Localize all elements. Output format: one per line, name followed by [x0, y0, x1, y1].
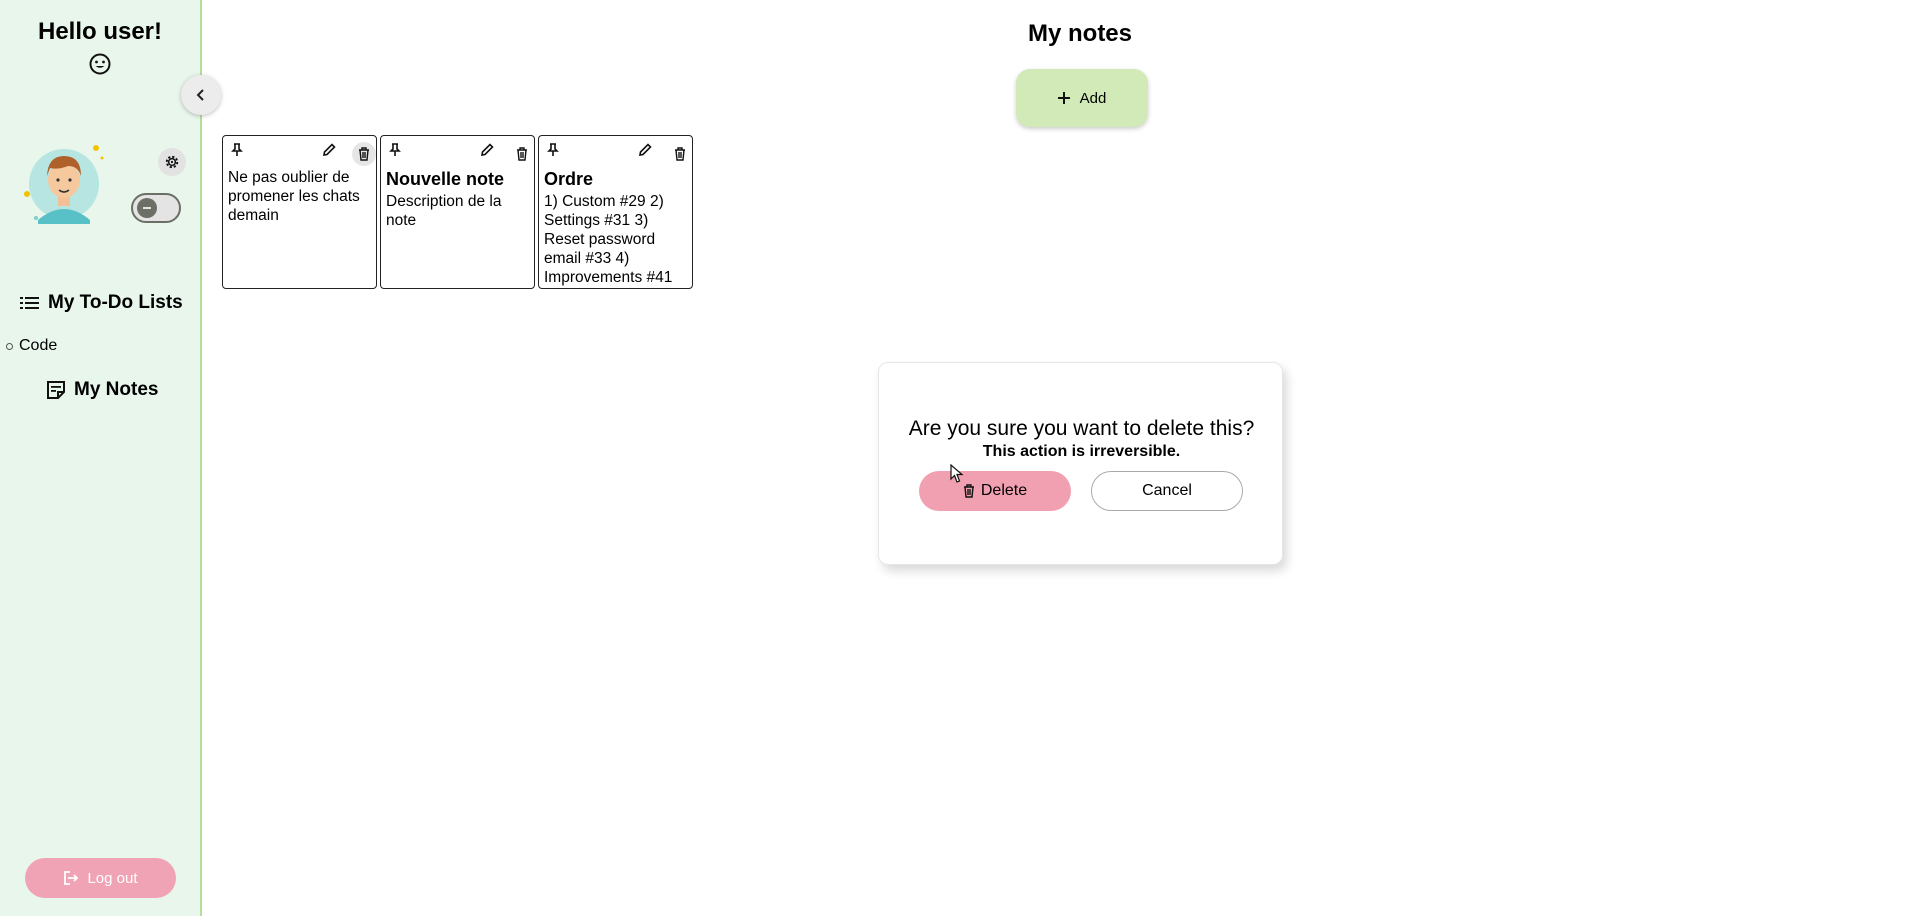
sidebar-subitem-label: Code [19, 337, 58, 354]
sidebar-item-label: My To-Do Lists [48, 292, 183, 313]
note-body: Description de la note [386, 193, 502, 229]
sidebar: Hello user! My To-Do Lists Code My Notes… [0, 0, 202, 916]
delete-label: Delete [980, 482, 1028, 499]
pencil-icon[interactable] [638, 143, 652, 157]
sidebar-item-todo-lists[interactable]: My To-Do Lists [20, 292, 183, 314]
list-icon [20, 297, 39, 309]
pin-icon[interactable] [389, 143, 401, 157]
page-title: My notes [1027, 20, 1132, 47]
sidebar-subitem-code[interactable]: Code [6, 337, 57, 355]
delete-confirm-dialog: Are you sure you want to delete this? Th… [878, 362, 1283, 565]
confirm-delete-button[interactable]: Delete [919, 471, 1071, 511]
dialog-question: Are you sure you want to delete this? [908, 417, 1255, 440]
plus-icon [1057, 92, 1070, 104]
gear-icon[interactable] [158, 148, 186, 176]
mouse-cursor-icon [950, 464, 964, 483]
smiley-icon [89, 53, 111, 75]
cancel-label: Cancel [1142, 482, 1192, 499]
collapse-sidebar-button[interactable] [181, 75, 221, 115]
chevron-left-icon [196, 89, 204, 101]
note-card[interactable]: Ne pas oublier de promener les chats dem… [222, 135, 377, 289]
note-title: Nouvelle note [386, 169, 505, 189]
sidebar-item-label: My Notes [74, 379, 159, 400]
trash-icon [359, 147, 369, 161]
delete-note-button[interactable] [668, 142, 692, 166]
delete-note-button[interactable] [352, 142, 376, 166]
note-title: Ordre [544, 169, 594, 189]
toggle-knob [137, 198, 157, 218]
logout-icon [64, 871, 79, 885]
note-card[interactable]: Ordre 1) Custom #29 2) Settings #31 3) R… [538, 135, 693, 289]
cancel-button[interactable]: Cancel [1091, 471, 1243, 511]
theme-toggle[interactable] [131, 193, 181, 223]
note-body: 1) Custom #29 2) Settings #31 3) Reset p… [544, 193, 673, 286]
add-note-button[interactable]: Add [1016, 69, 1148, 127]
trash-icon [963, 484, 974, 498]
avatar [24, 140, 108, 230]
note-card[interactable]: Nouvelle note Description de la note [380, 135, 535, 289]
dialog-warning: This action is irreversible. [982, 443, 1181, 460]
trash-icon [517, 147, 527, 161]
note-icon [47, 381, 65, 399]
trash-icon [675, 147, 685, 161]
note-body: Ne pas oublier de promener les chats dem… [228, 169, 360, 224]
pin-icon[interactable] [231, 143, 243, 157]
pencil-icon[interactable] [322, 143, 336, 157]
logout-label: Log out [87, 869, 138, 887]
add-label: Add [1079, 89, 1107, 107]
bullet-icon [6, 342, 13, 350]
logout-button[interactable]: Log out [25, 858, 176, 898]
sidebar-item-notes[interactable]: My Notes [46, 379, 158, 401]
pin-icon[interactable] [547, 143, 559, 157]
pencil-icon[interactable] [480, 143, 494, 157]
delete-note-button[interactable] [510, 142, 534, 166]
